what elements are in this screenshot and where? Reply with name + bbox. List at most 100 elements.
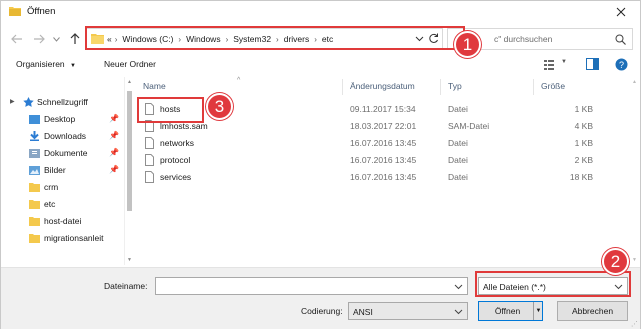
- sidebar-item-desktop[interactable]: Desktop 📌: [1, 111, 133, 128]
- recent-locations-button[interactable]: [51, 32, 61, 46]
- chevron-down-icon: [52, 36, 60, 42]
- file-type: Datei: [448, 138, 468, 148]
- scroll-down-arrow-icon[interactable]: ▼: [632, 257, 637, 263]
- pictures-folder-icon: [29, 166, 40, 175]
- star-icon: [23, 97, 34, 107]
- arrow-up-icon: [70, 33, 80, 44]
- folder-icon: [29, 234, 40, 243]
- column-divider[interactable]: [440, 79, 441, 95]
- file-name: networks: [160, 138, 195, 148]
- view-dropdown-icon[interactable]: ▼: [561, 59, 567, 65]
- sidebar-item-label: migrationsanleit: [44, 233, 104, 243]
- highlight-hosts-file: [137, 97, 204, 123]
- scrollbar-thumb[interactable]: [127, 91, 132, 211]
- close-button[interactable]: [606, 1, 636, 23]
- file-list-scrollbar[interactable]: ▲ ▼: [630, 77, 640, 265]
- folder-icon: [29, 183, 40, 192]
- window-title: Öffnen: [27, 6, 56, 17]
- sidebar-item-bilder[interactable]: Bilder 📌: [1, 162, 133, 179]
- highlight-address-bar: [85, 26, 465, 50]
- sidebar-item-downloads[interactable]: Downloads 📌: [1, 128, 133, 145]
- sidebar-scrollbar[interactable]: ▲ ▼: [124, 77, 134, 265]
- encoding-select[interactable]: ANSI: [348, 302, 468, 320]
- pin-icon: 📌: [109, 131, 119, 140]
- sidebar-item-schnellzugriff[interactable]: ▶ Schnellzugriff: [1, 94, 133, 111]
- pin-icon: 📌: [109, 165, 119, 174]
- sidebar-item-label: Downloads: [44, 131, 87, 141]
- column-header-date[interactable]: Änderungsdatum: [350, 81, 415, 91]
- open-button-label: Öffnen: [494, 306, 521, 316]
- sidebar-item-label: Dokumente: [44, 148, 88, 158]
- column-header-name[interactable]: Name: [143, 81, 166, 91]
- scroll-up-arrow-icon[interactable]: ▲: [127, 79, 132, 85]
- file-size: 18 KB: [569, 172, 593, 182]
- column-header-type[interactable]: Typ: [448, 81, 462, 91]
- column-divider[interactable]: [342, 79, 343, 95]
- arrow-left-icon: [11, 34, 22, 44]
- search-icon: [615, 34, 626, 45]
- resize-grip-icon[interactable]: ⋰: [631, 320, 638, 328]
- expand-arrow-icon: ▶: [10, 99, 15, 105]
- file-type: Datei: [448, 155, 468, 165]
- desktop-folder-icon: [29, 115, 40, 124]
- organize-label: Organisieren: [16, 59, 65, 69]
- preview-pane-icon[interactable]: [586, 58, 599, 70]
- column-divider[interactable]: [533, 79, 534, 95]
- filename-input[interactable]: [155, 277, 468, 295]
- file-row-lmhosts[interactable]: lmhosts.sam 18.03.2017 22:01 SAM-Datei 4…: [139, 118, 605, 135]
- sidebar-item-etc[interactable]: etc: [1, 196, 133, 213]
- download-arrow-icon: [30, 131, 39, 141]
- up-button[interactable]: [68, 32, 82, 46]
- sidebar-item-host-datei[interactable]: host-datei: [1, 213, 133, 230]
- navigation-pane: ▶ Schnellzugriff Desktop 📌 Downloads 📌 D…: [1, 77, 133, 265]
- file-date: 16.07.2016 13:45: [350, 172, 417, 182]
- chevron-down-icon: [454, 309, 463, 315]
- command-toolbar: Organisieren ▼ Neuer Ordner ▼ ?: [1, 56, 640, 74]
- encoding-value: ANSI: [353, 307, 373, 317]
- open-dropdown-button[interactable]: ▼: [533, 302, 543, 320]
- dropdown-arrow-icon: ▼: [70, 63, 76, 69]
- file-row-networks[interactable]: networks 16.07.2016 13:45 Datei 1 KB: [139, 135, 605, 152]
- sidebar-item-label: crm: [44, 182, 59, 192]
- file-row-services[interactable]: services 16.07.2016 13:45 Datei 18 KB: [139, 169, 605, 186]
- file-size: 4 KB: [574, 121, 593, 131]
- pin-icon: 📌: [109, 148, 119, 157]
- sidebar-item-label: Desktop: [44, 114, 76, 124]
- file-date: 16.07.2016 13:45: [350, 155, 417, 165]
- step-marker-2: 2: [602, 248, 629, 275]
- file-name: protocol: [160, 155, 191, 165]
- step-marker-3: 3: [206, 93, 233, 120]
- sidebar-item-dokumente[interactable]: Dokumente 📌: [1, 145, 133, 162]
- organize-button[interactable]: Organisieren ▼: [16, 59, 76, 69]
- close-icon: [616, 7, 626, 17]
- search-placeholder: c" durchsuchen: [494, 34, 553, 44]
- arrow-right-icon: [34, 34, 45, 44]
- cancel-button[interactable]: Abbrechen: [557, 301, 628, 321]
- help-icon[interactable]: ?: [615, 58, 628, 71]
- sidebar-item-crm[interactable]: crm: [1, 179, 133, 196]
- forward-button[interactable]: [32, 32, 46, 46]
- open-file-dialog: Öffnen « › Windows (C:) › Windows › Syst…: [0, 0, 641, 329]
- view-options-icon[interactable]: [543, 58, 557, 71]
- filename-label: Dateiname:: [104, 281, 148, 291]
- file-row-protocol[interactable]: protocol 16.07.2016 13:45 Datei 2 KB: [139, 152, 605, 169]
- sidebar-item-migrationsanleit[interactable]: migrationsanleit: [1, 230, 133, 247]
- scroll-up-arrow-icon[interactable]: ▲: [632, 79, 637, 85]
- step-marker-1: 1: [454, 31, 481, 58]
- encoding-label: Codierung:: [301, 306, 343, 316]
- scroll-down-arrow-icon[interactable]: ▼: [127, 257, 132, 263]
- file-icon: [145, 154, 154, 166]
- back-button[interactable]: [10, 32, 24, 46]
- column-header-size[interactable]: Größe: [541, 81, 565, 91]
- file-date: 16.07.2016 13:45: [350, 138, 417, 148]
- sidebar-item-label: Bilder: [44, 165, 66, 175]
- dropdown-arrow-icon: ▼: [535, 308, 542, 314]
- chevron-down-icon[interactable]: [454, 283, 463, 291]
- file-icon: [145, 137, 154, 149]
- file-type: Datei: [448, 104, 468, 114]
- new-folder-button[interactable]: Neuer Ordner: [104, 59, 156, 69]
- sidebar-item-label: etc: [44, 199, 56, 209]
- sidebar-item-label: Schnellzugriff: [37, 97, 88, 107]
- file-date: 09.11.2017 15:34: [350, 104, 416, 114]
- file-icon: [145, 171, 154, 183]
